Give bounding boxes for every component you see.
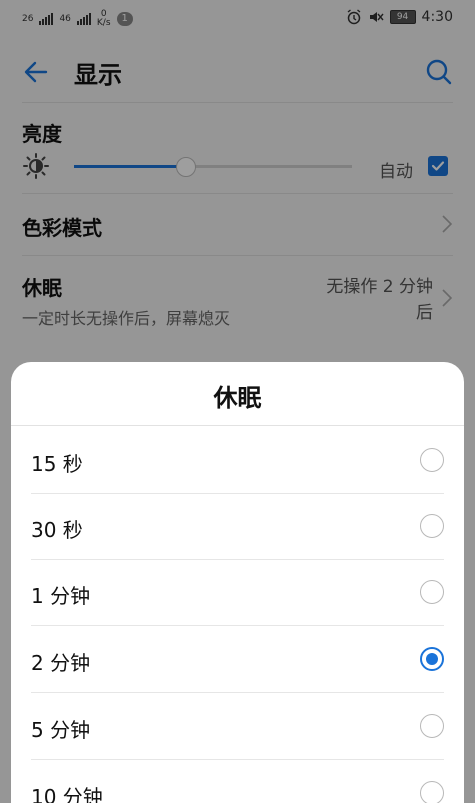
option-label: 15 秒 <box>31 452 83 476</box>
sleep-option-5min[interactable]: 5 分钟 <box>31 694 444 760</box>
sleep-option-1min[interactable]: 1 分钟 <box>31 560 444 626</box>
radio-button[interactable] <box>420 580 444 604</box>
radio-button[interactable] <box>420 448 444 472</box>
dialog-divider <box>11 425 464 426</box>
option-label: 1 分钟 <box>31 584 91 608</box>
option-label: 30 秒 <box>31 518 83 542</box>
sleep-option-2min[interactable]: 2 分钟 <box>31 627 444 693</box>
option-label: 5 分钟 <box>31 718 91 742</box>
radio-button[interactable] <box>420 514 444 538</box>
option-label: 10 分钟 <box>31 785 103 803</box>
dialog-title: 休眠 <box>213 384 262 412</box>
option-divider <box>31 759 444 760</box>
option-divider <box>31 692 444 693</box>
option-divider <box>31 625 444 626</box>
sleep-option-15s[interactable]: 15 秒 <box>31 428 444 494</box>
sleep-dialog: 休眠 15 秒 30 秒 1 分钟 2 分钟 5 分钟 10 分钟 <box>11 362 464 803</box>
option-label: 2 分钟 <box>31 651 91 675</box>
radio-button[interactable] <box>420 781 444 803</box>
sleep-option-30s[interactable]: 30 秒 <box>31 494 444 560</box>
radio-button[interactable] <box>420 714 444 738</box>
radio-button[interactable] <box>420 647 444 671</box>
sleep-option-10min[interactable]: 10 分钟 <box>31 761 444 803</box>
